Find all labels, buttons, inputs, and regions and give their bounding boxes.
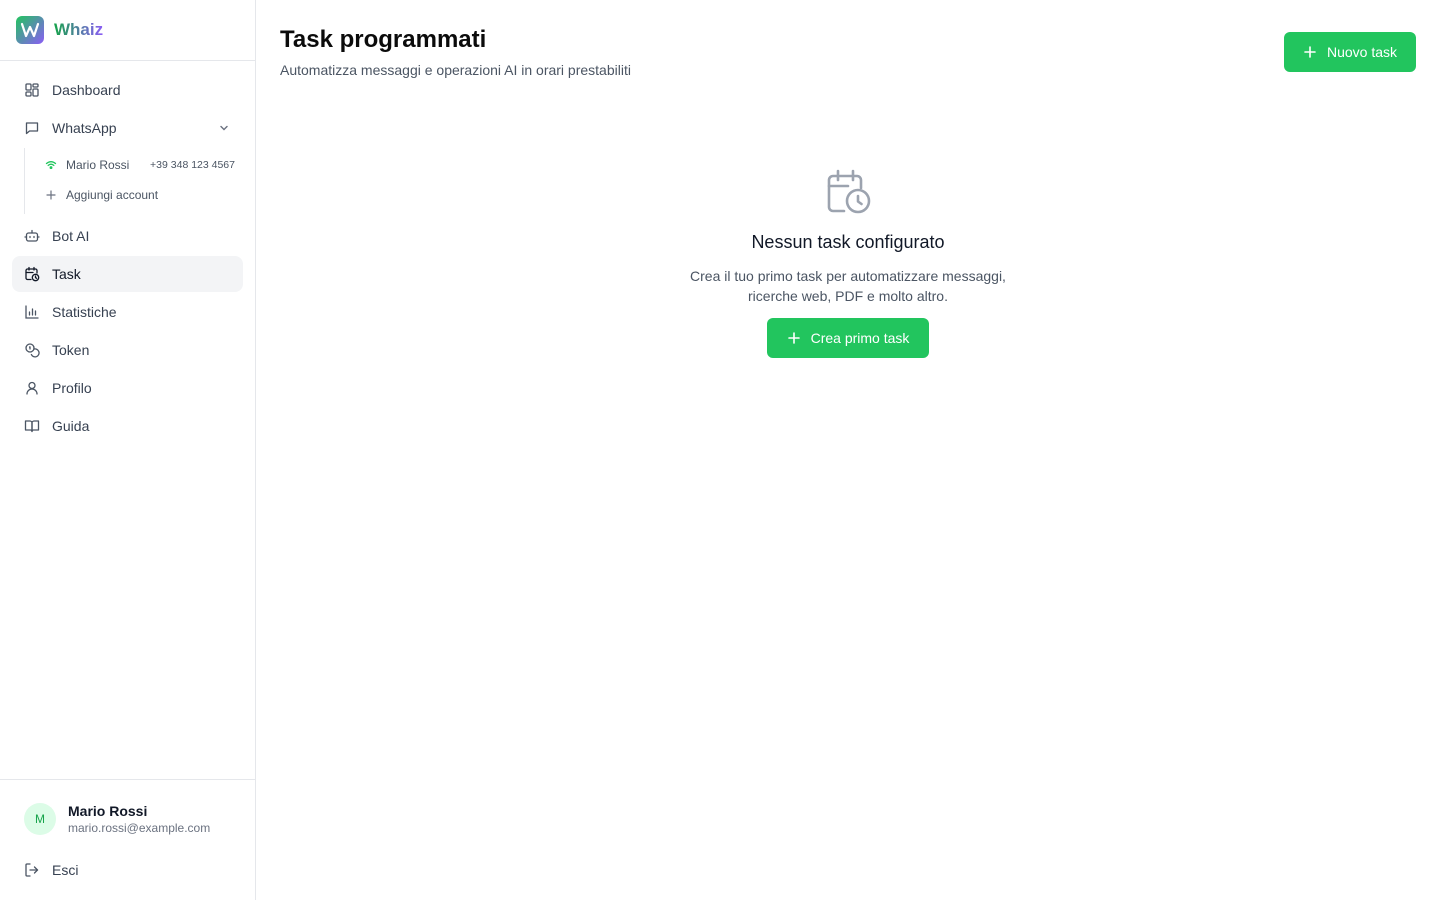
sidebar-item-label: Statistiche xyxy=(52,304,117,320)
sidebar-item-label: Profilo xyxy=(52,380,92,396)
sidebar-item-task[interactable]: Task xyxy=(12,256,243,292)
create-first-task-button[interactable]: Crea primo task xyxy=(767,318,929,358)
main-content: Task programmati Automatizza messaggi e … xyxy=(256,0,1440,900)
new-task-label: Nuovo task xyxy=(1326,44,1398,60)
plus-icon xyxy=(787,331,801,345)
add-account-label: Aggiungi account xyxy=(66,188,159,202)
account-phone: +39 348 123 4567 xyxy=(150,159,235,171)
log-out-icon xyxy=(24,862,40,878)
logout-label: Esci xyxy=(52,862,79,878)
sidebar-item-profilo[interactable]: Profilo xyxy=(12,370,243,406)
page-subtitle: Automatizza messaggi e operazioni AI in … xyxy=(280,62,631,78)
plus-icon xyxy=(1303,45,1317,59)
user-email: mario.rossi@example.com xyxy=(68,821,211,835)
coins-icon xyxy=(24,342,40,358)
account-name: Mario Rossi xyxy=(66,158,130,172)
page-title: Task programmati xyxy=(280,26,487,53)
bar-chart-icon xyxy=(24,304,40,320)
sidebar-nav: Dashboard WhatsApp Mario Rossi +39 348 1… xyxy=(12,72,243,446)
brand-name: Whaiz xyxy=(54,20,104,39)
sidebar-item-guida[interactable]: Guida xyxy=(12,408,243,444)
sidebar-footer: M Mario Rossi mario.rossi@example.com Es… xyxy=(0,779,255,900)
user-card[interactable]: M Mario Rossi mario.rossi@example.com xyxy=(24,802,210,836)
message-square-icon xyxy=(24,120,40,136)
sidebar-item-statistiche[interactable]: Statistiche xyxy=(12,294,243,330)
logout-button[interactable]: Esci xyxy=(24,858,78,882)
chevron-down-icon[interactable] xyxy=(217,121,231,135)
wifi-icon xyxy=(45,159,57,171)
create-first-task-label: Crea primo task xyxy=(810,330,910,346)
sidebar-item-dashboard[interactable]: Dashboard xyxy=(12,72,243,108)
sidebar-item-label: Token xyxy=(52,342,90,358)
new-task-button[interactable]: Nuovo task xyxy=(1284,32,1416,72)
dashboard-icon xyxy=(24,82,40,98)
sidebar-item-label: Task xyxy=(52,266,81,282)
calendar-clock-icon xyxy=(24,266,40,282)
user-icon xyxy=(24,380,40,396)
plus-icon xyxy=(45,189,57,201)
bot-icon xyxy=(24,228,40,244)
book-open-icon xyxy=(24,418,40,434)
sidebar-item-label: Bot AI xyxy=(52,228,90,244)
sidebar-item-label: Guida xyxy=(52,418,90,434)
sidebar: Whaiz Dashboard WhatsApp Mario Rossi +39… xyxy=(0,0,256,900)
sidebar-item-whatsapp[interactable]: WhatsApp xyxy=(12,110,243,146)
empty-state-description: Crea il tuo primo task per automatizzare… xyxy=(690,268,1006,304)
empty-state: Nessun task configurato Crea il tuo prim… xyxy=(256,168,1440,358)
brand-logo-icon xyxy=(16,16,44,44)
sidebar-item-label: WhatsApp xyxy=(52,120,117,136)
sidebar-item-label: Dashboard xyxy=(52,82,121,98)
avatar: M xyxy=(24,803,56,835)
whatsapp-account-item[interactable]: Mario Rossi +39 348 123 4567 xyxy=(25,150,243,180)
add-account-button[interactable]: Aggiungi account xyxy=(25,180,243,210)
sidebar-item-token[interactable]: Token xyxy=(12,332,243,368)
whatsapp-accounts: Mario Rossi +39 348 123 4567 Aggiungi ac… xyxy=(24,148,243,214)
user-name: Mario Rossi xyxy=(68,803,148,819)
empty-state-title: Nessun task configurato xyxy=(751,232,945,252)
brand[interactable]: Whaiz xyxy=(0,0,255,61)
sidebar-item-bot-ai[interactable]: Bot AI xyxy=(12,218,243,254)
calendar-clock-icon xyxy=(824,168,872,216)
